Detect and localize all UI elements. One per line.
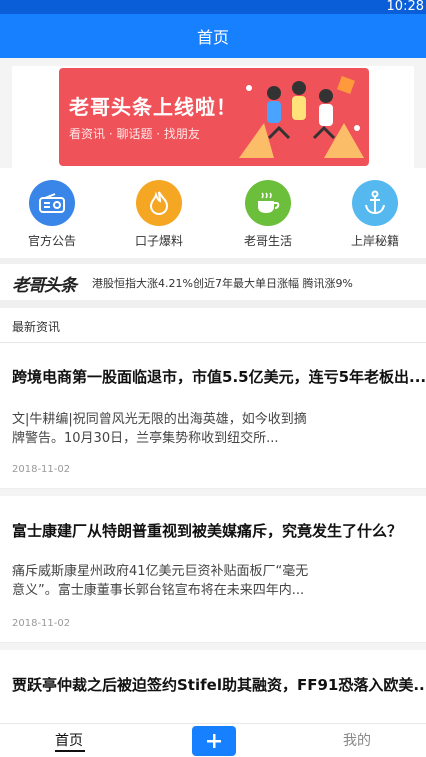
news-date: 2018-11-02 (12, 618, 71, 629)
ticker-text: 港股恒指大涨4.21%创近7年最大单日涨幅 腾讯涨9% (92, 277, 353, 290)
divider (0, 342, 426, 343)
tab-me-label: 我的 (343, 733, 371, 749)
quick-action-label: 口子爆料 (134, 234, 183, 248)
news-section: 最新资讯 跨境电商第一股面临退市，市值5.5亿美元，连亏5年老板出... 文|牛… (0, 308, 426, 728)
promo-banner[interactable]: 老哥头条上线啦！ 看资讯 · 聊话题 · 找朋友 (59, 68, 369, 166)
section-header: 最新资讯 (12, 320, 61, 334)
quick-action-announcements[interactable]: 官方公告 (12, 180, 92, 249)
quick-action-label: 上岸秘籍 (350, 234, 399, 248)
status-bar: 10:28 (0, 0, 426, 14)
quick-action-tips[interactable]: 口子爆料 (119, 180, 199, 249)
flame-icon (136, 180, 182, 226)
tab-home[interactable]: 首页 (55, 730, 85, 752)
anchor-icon (352, 180, 398, 226)
separator (0, 642, 426, 650)
tab-home-label: 首页 (55, 733, 83, 749)
active-tab-indicator (55, 750, 85, 752)
coffee-cup-icon (245, 180, 291, 226)
status-time: 10:28 (386, 0, 424, 14)
news-title: 贾跃亭仲裁之后被迫签约Stifel助其融资，FF91恐落入欧美... (12, 676, 426, 694)
separator (0, 488, 426, 496)
quick-action-life[interactable]: 老哥生活 (228, 180, 308, 249)
page-title: 首页 (196, 28, 229, 47)
news-title: 跨境电商第一股面临退市，市值5.5亿美元，连亏5年老板出... (12, 368, 426, 386)
news-snippet: 痛斥威斯康星州政府41亿美元巨资补贴面板厂“毫无意义”。富士康董事长郭台铭宣布将… (12, 564, 309, 598)
add-post-button[interactable] (192, 726, 236, 756)
quick-actions: 官方公告 口子爆料 老哥生活 上岸秘籍 (0, 168, 426, 258)
tab-me[interactable]: 我的 (343, 730, 371, 750)
ticker-logo: 老哥头条 (12, 276, 77, 296)
quick-action-label: 官方公告 (27, 234, 76, 248)
news-snippet: 文|牛耕编|祝同曾风光无限的出海英雄，如今收到摘牌警告。10月30日，兰亭集势称… (12, 412, 307, 446)
news-title: 富士康建厂从特朗普重视到被美媒痛斥，究竟发生了什么？ (12, 522, 403, 540)
plus-icon (207, 734, 221, 748)
celebration-illustration (239, 76, 364, 158)
headline-ticker[interactable]: 老哥头条 港股恒指大涨4.21%创近7年最大单日涨幅 腾讯涨9% (0, 264, 426, 300)
app-bar: 首页 (0, 14, 426, 58)
quick-action-label: 老哥生活 (243, 234, 292, 248)
quick-action-tips-guide[interactable]: 上岸秘籍 (335, 180, 415, 249)
banner-title: 老哥头条上线啦！ (69, 95, 237, 119)
news-date: 2018-11-02 (12, 464, 71, 475)
radio-icon (29, 180, 75, 226)
banner-subtitle: 看资讯 · 聊话题 · 找朋友 (69, 127, 200, 141)
